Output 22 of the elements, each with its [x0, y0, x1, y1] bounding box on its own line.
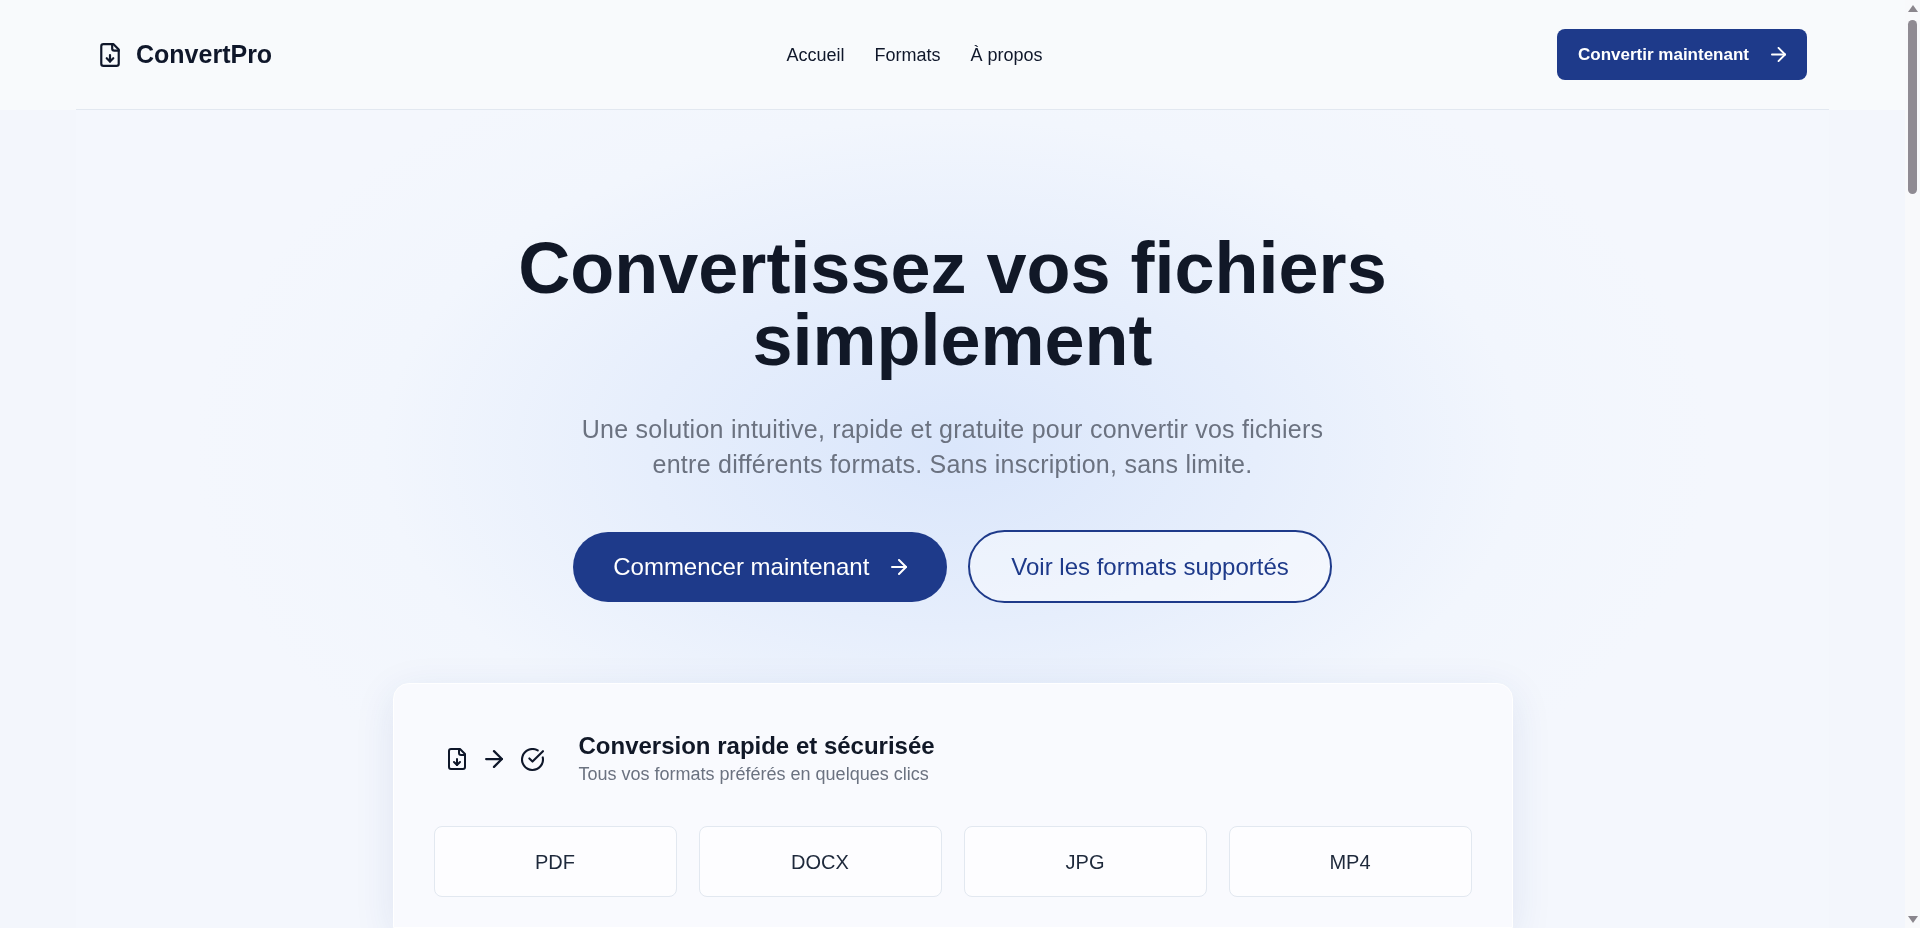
check-circle-icon [520, 747, 544, 771]
card-subtitle: Tous vos formats préférés en quelques clics [578, 763, 930, 786]
format-tile[interactable]: PDF [433, 826, 677, 897]
nav-link[interactable]: Formats [874, 45, 941, 64]
scroll-down-icon[interactable] [1907, 916, 1918, 923]
scroll-up-icon[interactable] [1907, 5, 1918, 12]
start-button[interactable]: Commencer maintenant [573, 531, 948, 602]
logo-text[interactable]: ConvertPro [136, 42, 273, 67]
file-download-icon [98, 42, 122, 67]
formats-button[interactable]: Voir les formats supportés [968, 530, 1332, 603]
format-tile[interactable]: DOCX [698, 826, 942, 897]
file-download-icon [446, 748, 467, 770]
format-tile[interactable]: JPG [963, 826, 1207, 897]
arrow-right-icon [891, 558, 908, 575]
card-title: Conversion rapide et sécurisée [578, 732, 935, 760]
hero-subtitle: Une solution intuitive, rapide et gratuite pour convertir vos fichiers entre différents formats. Sans inscription, sans limite. [580, 414, 1325, 480]
nav-link[interactable]: Accueil [786, 45, 845, 64]
nav-link[interactable]: À propos [970, 45, 1043, 64]
convert-now-button[interactable]: Convertir maintenant [1557, 29, 1807, 80]
arrow-right-icon [484, 750, 503, 768]
format-tile[interactable]: MP4 [1228, 826, 1472, 897]
scrollbar-thumb[interactable] [1908, 20, 1917, 194]
